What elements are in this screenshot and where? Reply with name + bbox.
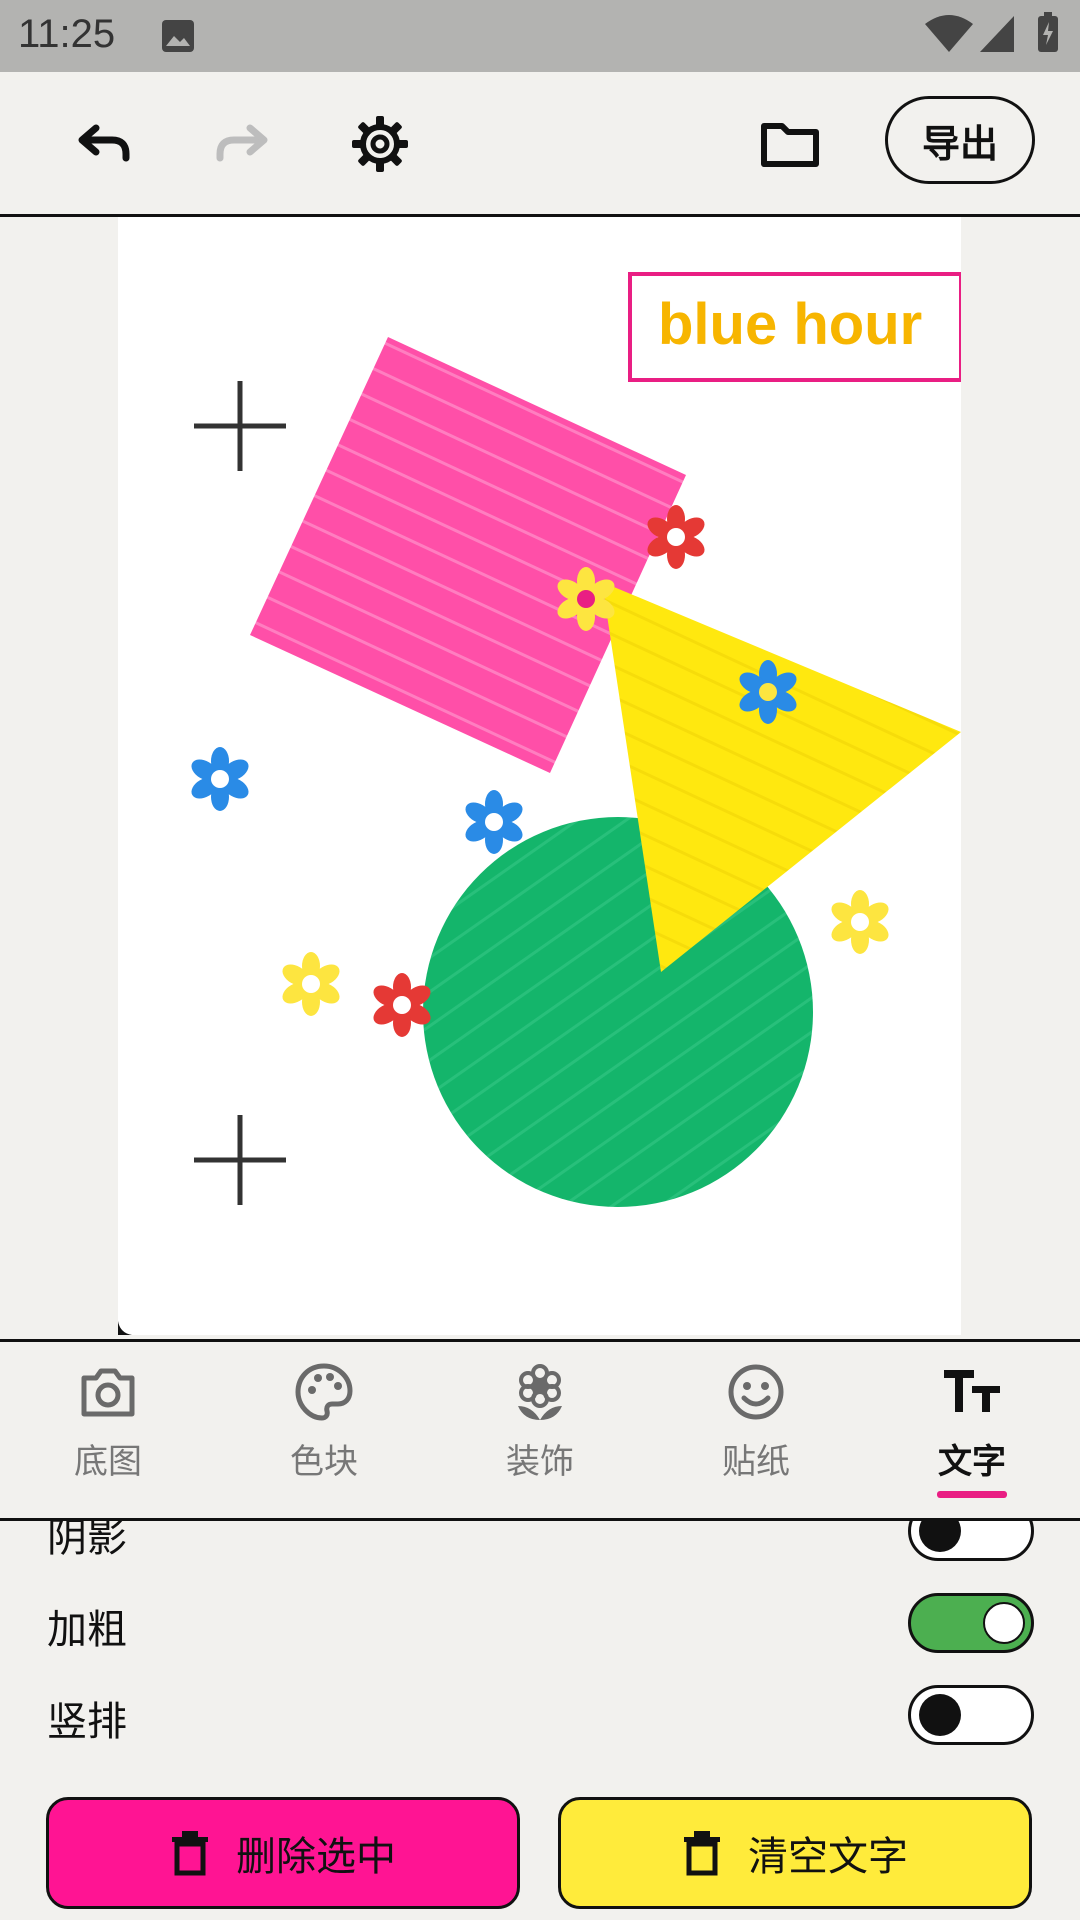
canvas-artwork: blue hour xyxy=(187,272,963,1207)
camera-icon xyxy=(81,1368,135,1417)
text-size-icon xyxy=(944,1370,1000,1412)
tab-decoration[interactable]: 装饰 xyxy=(432,1360,648,1510)
vertical-toggle[interactable] xyxy=(908,1685,1034,1745)
status-bar: 11:25 xyxy=(0,0,1080,72)
delete-selected-label: 删除选中 xyxy=(236,1834,396,1880)
tab-text[interactable]: 文字 xyxy=(864,1360,1080,1510)
clear-text-button[interactable]: 清空文字 xyxy=(558,1797,1032,1909)
bold-label: 加粗 xyxy=(47,1607,127,1653)
shadow-toggle[interactable] xyxy=(908,1521,1034,1561)
signal-icon xyxy=(980,16,1014,52)
tab-label: 底图 xyxy=(74,1442,142,1482)
status-time: 11:25 xyxy=(18,12,116,56)
tool-tab-bar: 底图 色块 装饰 贴纸 文字 xyxy=(0,1342,1080,1521)
canvas-area: blue hour xyxy=(0,217,1080,1339)
export-button[interactable]: 导出 xyxy=(885,96,1035,184)
tab-label: 装饰 xyxy=(506,1442,574,1482)
vertical-label: 竖排 xyxy=(47,1699,127,1745)
tab-label: 色块 xyxy=(290,1442,358,1482)
design-canvas[interactable]: blue hour xyxy=(118,217,963,1335)
canvas-text-layer: blue hour xyxy=(658,292,922,357)
setting-row-shadow: 阴影 xyxy=(0,1521,1080,1573)
redo-icon[interactable] xyxy=(210,112,274,176)
palette-icon xyxy=(295,1363,353,1421)
setting-row-bold: 加粗 xyxy=(0,1575,1080,1665)
tab-sticker[interactable]: 贴纸 xyxy=(648,1360,864,1510)
active-tab-indicator xyxy=(937,1491,1007,1498)
trash-icon xyxy=(684,1831,720,1876)
flower-icon xyxy=(518,1364,562,1420)
canvas-corner-mark-bottom xyxy=(118,1321,158,1335)
text-settings-panel: 阴影 加粗 竖排 删除选中 清空文字 xyxy=(0,1521,1080,1920)
battery-icon xyxy=(1038,12,1058,52)
setting-row-vertical: 竖排 xyxy=(0,1667,1080,1757)
pink-square-shape xyxy=(250,337,686,773)
smiley-icon xyxy=(728,1364,784,1420)
crosshair-bottom xyxy=(194,1115,286,1205)
editor-toolbar: 导出 xyxy=(0,72,1080,217)
bold-toggle[interactable] xyxy=(908,1593,1034,1653)
flower-yellow-3 xyxy=(278,952,344,1016)
flower-yellow-2 xyxy=(827,890,893,954)
tab-base-image[interactable]: 底图 xyxy=(0,1360,216,1510)
clear-text-label: 清空文字 xyxy=(748,1834,908,1880)
tab-label: 文字 xyxy=(938,1442,1006,1482)
tab-color-block[interactable]: 色块 xyxy=(216,1360,432,1510)
undo-icon[interactable] xyxy=(72,112,136,176)
flower-blue-2 xyxy=(187,747,253,811)
shadow-label: 阴影 xyxy=(47,1521,127,1561)
trash-icon xyxy=(172,1831,208,1876)
tab-label: 贴纸 xyxy=(722,1442,790,1482)
crosshair-top xyxy=(194,381,286,471)
settings-gear-icon[interactable] xyxy=(348,112,412,176)
folder-icon[interactable] xyxy=(758,112,822,176)
image-notification-icon xyxy=(162,20,194,52)
wifi-icon xyxy=(925,15,973,52)
delete-selected-button[interactable]: 删除选中 xyxy=(46,1797,520,1909)
flower-blue-3 xyxy=(461,790,527,854)
